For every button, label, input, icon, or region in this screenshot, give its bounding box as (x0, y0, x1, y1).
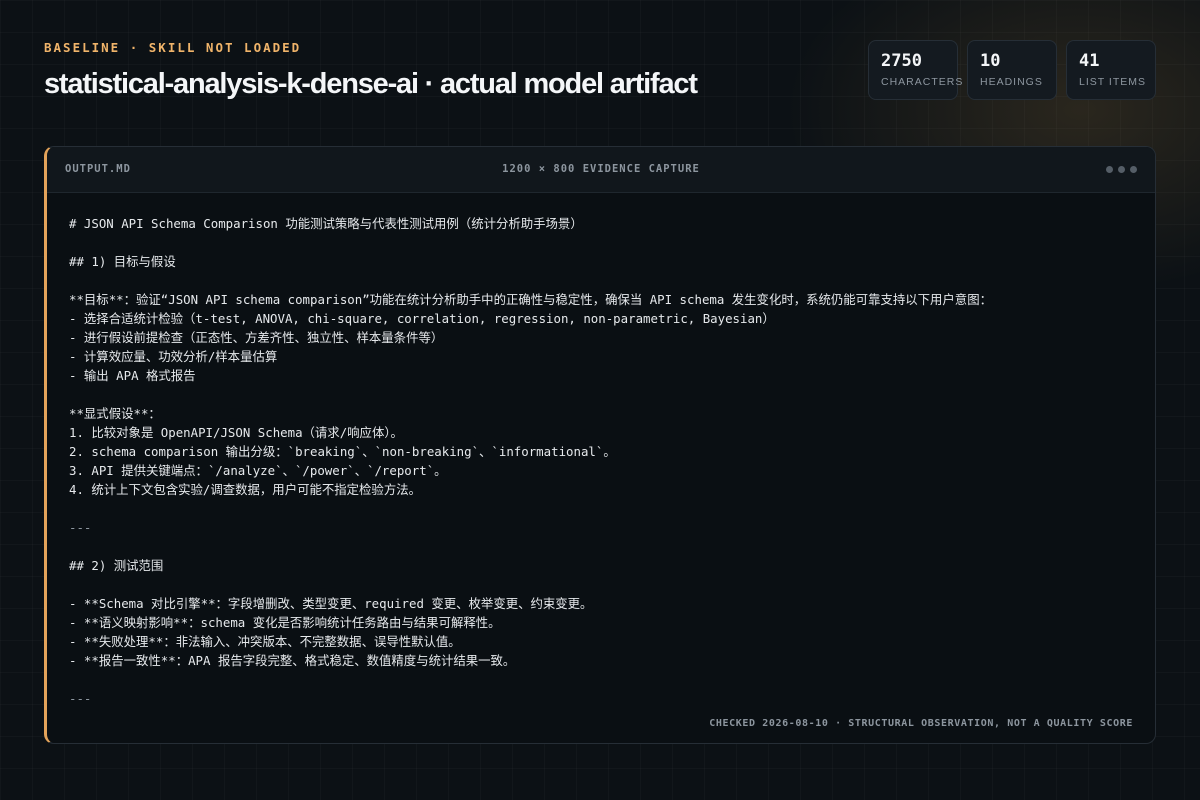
stat-label-list-items: LIST ITEMS (1079, 76, 1146, 88)
panel-header: OUTPUT.MD 1200 × 800 EVIDENCE CAPTURE (47, 147, 1155, 193)
page-title: statistical-analysis-k-dense-ai · actual… (44, 68, 698, 100)
stat-value-headings: 10 (980, 51, 1001, 71)
output-panel: OUTPUT.MD 1200 × 800 EVIDENCE CAPTURE # … (44, 146, 1156, 744)
markdown-line: **目标**：验证“JSON API schema comparison”功能在… (69, 292, 992, 307)
markdown-line: 2. schema comparison 输出分级：`breaking`、`no… (69, 444, 616, 459)
markdown-line: # JSON API Schema Comparison 功能测试策略与代表性测… (69, 216, 583, 231)
markdown-line (69, 575, 1133, 594)
window-dots-icon (1106, 166, 1137, 173)
markdown-line: **显式假设**： (69, 406, 161, 421)
markdown-line: - 计算效应量、功效分析/样本量估算 (69, 349, 278, 364)
stat-value-characters: 2750 (881, 51, 922, 71)
window-dot-icon (1118, 166, 1125, 173)
markdown-line: - **报告一致性**：APA 报告字段完整、格式稳定、数值精度与统计结果一致。 (69, 653, 516, 668)
markdown-line (69, 233, 1133, 252)
markdown-line: - 输出 APA 格式报告 (69, 368, 196, 383)
markdown-line (69, 271, 1133, 290)
markdown-line: --- (69, 691, 92, 701)
markdown-line: - **失败处理**：非法输入、冲突版本、不完整数据、误导性默认值。 (69, 634, 461, 649)
window-dot-icon (1106, 166, 1113, 173)
markdown-line: - **Schema 对比引擎**：字段增删改、类型变更、required 变更… (69, 596, 593, 611)
stats-group: 2750 CHARACTERS 10 HEADINGS 41 LIST ITEM… (868, 40, 1156, 100)
markdown-line: ## 1) 目标与假设 (69, 254, 176, 269)
markdown-content[interactable]: # JSON API Schema Comparison 功能测试策略与代表性测… (69, 214, 1133, 701)
markdown-line: - 进行假设前提检查（正态性、方差齐性、独立性、样本量条件等） (69, 330, 444, 345)
stat-value-list-items: 41 (1079, 51, 1100, 71)
markdown-line (69, 499, 1133, 518)
window-dot-icon (1130, 166, 1137, 173)
stat-card-list-items: 41 LIST ITEMS (1066, 40, 1156, 100)
panel-caption: 1200 × 800 EVIDENCE CAPTURE (502, 163, 700, 175)
markdown-line: - **语义映射影响**：schema 变化是否影响统计任务路由与结果可解释性。 (69, 615, 501, 630)
panel-footer: CHECKED 2026-08-10 · STRUCTURAL OBSERVAT… (709, 718, 1133, 729)
stat-label-characters: CHARACTERS (881, 76, 964, 88)
baseline-eyebrow: BASELINE · SKILL NOT LOADED (44, 40, 302, 55)
markdown-line: - 选择合适统计检验（t-test, ANOVA, chi-square, co… (69, 311, 775, 326)
stat-card-characters: 2750 CHARACTERS (868, 40, 964, 100)
markdown-line: 1. 比较对象是 OpenAPI/JSON Schema（请求/响应体）。 (69, 425, 403, 440)
markdown-line (69, 670, 1133, 689)
markdown-line: 4. 统计上下文包含实验/调查数据，用户可能不指定检验方法。 (69, 482, 421, 497)
markdown-line: --- (69, 520, 92, 535)
markdown-line (69, 385, 1133, 404)
stat-card-headings: 10 HEADINGS (967, 40, 1057, 100)
stat-label-headings: HEADINGS (980, 76, 1043, 88)
markdown-line (69, 537, 1133, 556)
markdown-line: 3. API 提供关键端点：`/analyze`、`/power`、`/repo… (69, 463, 447, 478)
markdown-line: ## 2) 测试范围 (69, 558, 164, 573)
